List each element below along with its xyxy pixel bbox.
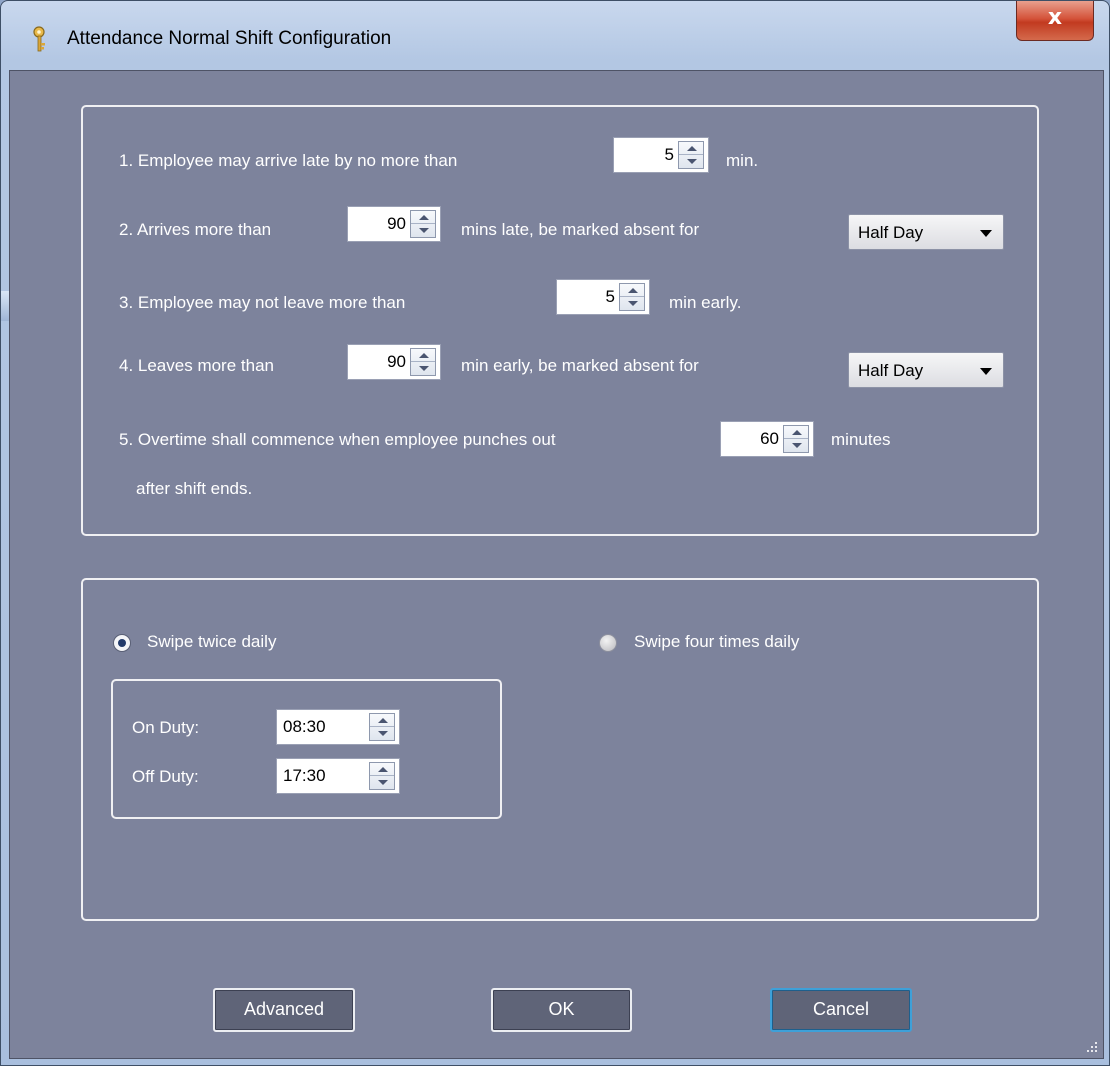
rule3-unit: min early. — [669, 293, 742, 312]
rule5-minutes-spinner[interactable]: 60 — [720, 421, 814, 457]
cancel-button[interactable]: Cancel — [770, 988, 912, 1032]
chevron-down-icon — [980, 230, 992, 237]
rule2-minutes-spinner[interactable]: 90 — [347, 206, 441, 242]
rule5-value: 60 — [760, 429, 779, 448]
rule5-label: 5. Overtime shall commence when employee… — [119, 430, 556, 449]
spinner-arrows-icon[interactable] — [678, 141, 704, 169]
rule5-line2: after shift ends. — [136, 479, 253, 498]
spinner-arrows-icon[interactable] — [783, 425, 809, 453]
dialog-client-area: 1. Employee may arrive late by no more t… — [9, 70, 1104, 1059]
window-title: Attendance Normal Shift Configuration — [67, 28, 392, 49]
rule1-minutes-spinner[interactable]: 5 — [613, 137, 709, 173]
rule4-suffix: min early, be marked absent for — [461, 356, 699, 375]
rule1-unit: min. — [726, 151, 759, 170]
rule4-label: 4. Leaves more than — [119, 356, 274, 375]
rule4-minutes-spinner[interactable]: 90 — [347, 344, 441, 380]
resize-grip-icon[interactable] — [1085, 1040, 1097, 1052]
key-icon — [33, 26, 45, 52]
rule4-option: Half Day — [858, 361, 924, 380]
rule2-value: 90 — [387, 214, 406, 233]
close-icon: x — [1047, 5, 1063, 30]
swipe-four-label[interactable]: Swipe four times daily — [634, 632, 799, 652]
swipe-four-radio[interactable] — [599, 634, 617, 652]
swipe-twice-label[interactable]: Swipe twice daily — [147, 632, 276, 652]
rule2-suffix: mins late, be marked absent for — [461, 220, 700, 239]
spinner-arrows-icon[interactable] — [410, 210, 436, 238]
off-duty-label: Off Duty: — [132, 767, 199, 786]
close-button[interactable]: x — [1016, 1, 1094, 41]
off-duty-value: 17:30 — [283, 766, 326, 785]
ok-button[interactable]: OK — [491, 988, 632, 1032]
off-duty-time-picker[interactable]: 17:30 — [276, 758, 400, 794]
rule3-label: 3. Employee may not leave more than — [119, 293, 406, 312]
rule3-value: 5 — [605, 287, 615, 306]
chevron-down-icon — [980, 368, 992, 375]
rule4-absent-select[interactable]: Half Day — [848, 352, 1004, 388]
rule5-unit: minutes — [831, 430, 891, 449]
rule1-label: 1. Employee may arrive late by no more t… — [119, 151, 458, 170]
rule1-value: 5 — [664, 145, 674, 164]
on-duty-value: 08:30 — [283, 717, 326, 736]
spinner-arrows-icon[interactable] — [619, 283, 645, 311]
rule2-absent-select[interactable]: Half Day — [848, 214, 1004, 250]
rule2-label: 2. Arrives more than — [119, 220, 272, 239]
advanced-button[interactable]: Advanced — [213, 988, 355, 1032]
on-duty-time-picker[interactable]: 08:30 — [276, 709, 400, 745]
title-bar[interactable]: Attendance Normal Shift Configuration x — [1, 1, 1110, 71]
spinner-arrows-icon[interactable] — [410, 348, 436, 376]
rule3-minutes-spinner[interactable]: 5 — [556, 279, 650, 315]
rule2-option: Half Day — [858, 223, 924, 242]
spinner-arrows-icon[interactable] — [369, 762, 395, 790]
dialog-window: Attendance Normal Shift Configuration x … — [0, 0, 1110, 1066]
rule4-value: 90 — [387, 352, 406, 371]
window-edge-highlight — [1, 291, 9, 321]
spinner-arrows-icon[interactable] — [369, 713, 395, 741]
swipe-twice-radio[interactable] — [113, 634, 131, 652]
duty-times-group — [111, 679, 502, 819]
on-duty-label: On Duty: — [132, 718, 200, 737]
